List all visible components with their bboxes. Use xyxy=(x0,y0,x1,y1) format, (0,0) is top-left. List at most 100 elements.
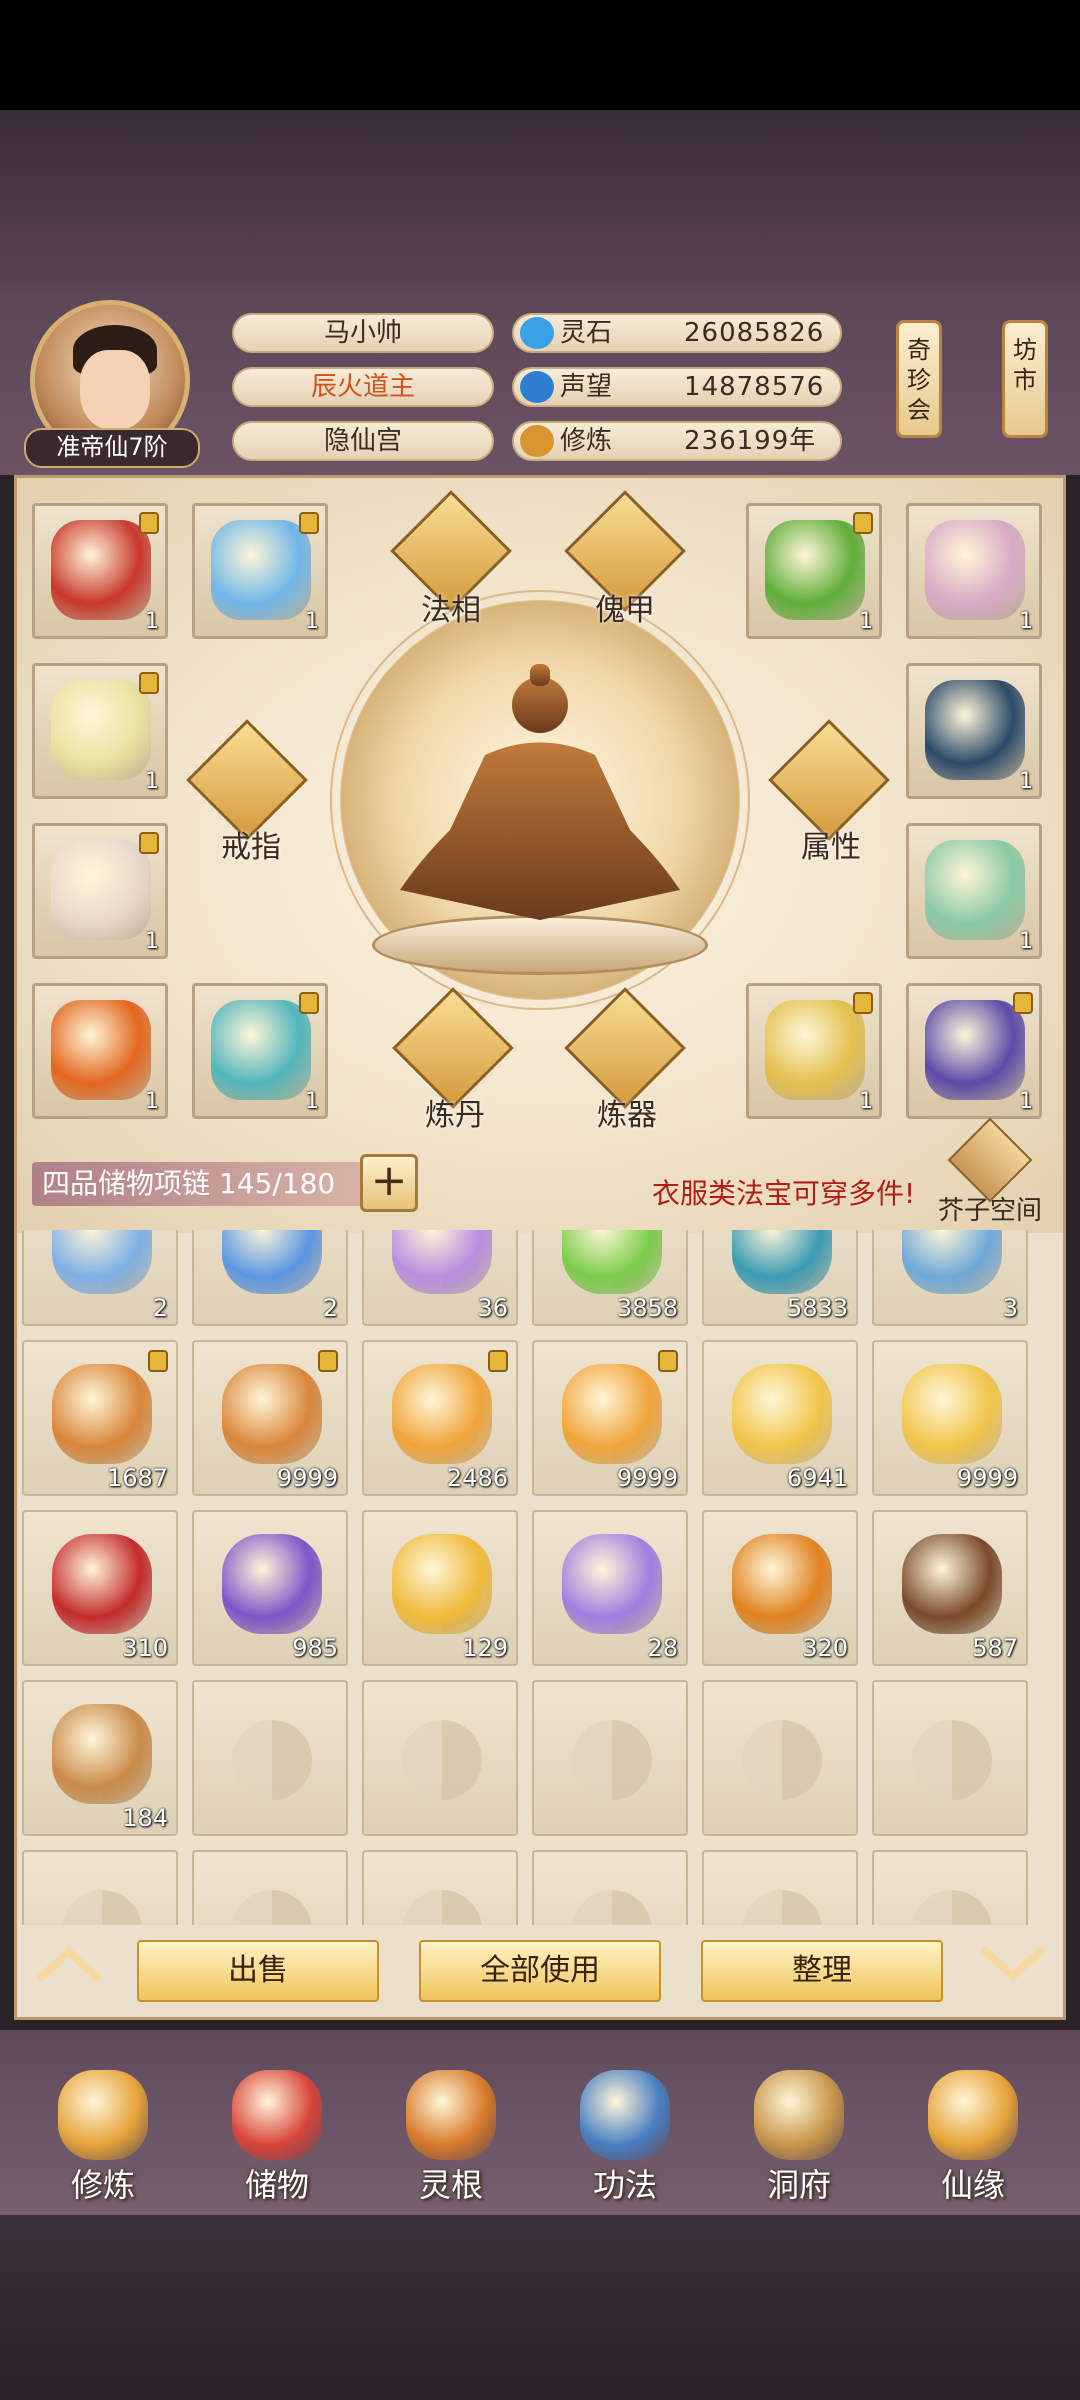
nav-label: 灵根 xyxy=(418,2166,483,2204)
item-count: 6941 xyxy=(786,1464,848,1492)
lock-icon xyxy=(139,672,159,694)
item-count: 9999 xyxy=(616,1464,678,1492)
item-slot[interactable]: 184 xyxy=(22,1680,178,1836)
item-count: 1 xyxy=(1019,609,1033,634)
prestige-resource: 声望 14878576 xyxy=(512,367,842,407)
item-slot[interactable]: 1687 xyxy=(22,1340,178,1496)
alchemy-label[interactable]: 炼丹 xyxy=(400,1090,510,1134)
item-count: 9999 xyxy=(276,1464,338,1492)
item-slot[interactable]: 9999 xyxy=(532,1340,688,1496)
item-grid[interactable]: 2 2 36 3858 5833 3 1687 9999 2486 9999 6941 9999 310… xyxy=(22,1230,1058,1925)
empty-item-slot[interactable] xyxy=(702,1680,858,1836)
equipment-slot[interactable]: 1 xyxy=(32,503,168,639)
use-all-button[interactable]: 全部使用 xyxy=(419,1940,661,2002)
item-slot[interactable]: 985 xyxy=(192,1510,348,1666)
equipment-slot[interactable]: 1 xyxy=(906,663,1042,799)
item-slot[interactable]: 36 xyxy=(362,1230,518,1326)
equipment-slot[interactable]: 1 xyxy=(746,983,882,1119)
item-slot[interactable]: 5833 xyxy=(702,1230,858,1326)
scroll-down-icon[interactable] xyxy=(978,1944,1048,1984)
lock-icon xyxy=(139,512,159,534)
item-slot[interactable]: 9999 xyxy=(872,1340,1028,1496)
forge-label[interactable]: 炼器 xyxy=(572,1090,682,1134)
nav-item[interactable]: 储物 xyxy=(212,2070,342,2210)
player-title[interactable]: 辰火道主 xyxy=(232,367,494,407)
equipment-slot[interactable]: 1 xyxy=(192,503,328,639)
equipment-slot[interactable]: 1 xyxy=(906,503,1042,639)
item-slot[interactable]: 320 xyxy=(702,1510,858,1666)
empty-item-slot[interactable] xyxy=(192,1680,348,1836)
fortune-gourd-icon xyxy=(928,2070,1018,2160)
empty-item-slot[interactable] xyxy=(872,1680,1028,1836)
sell-button[interactable]: 出售 xyxy=(137,1940,379,2002)
item-slot[interactable]: 9999 xyxy=(192,1340,348,1496)
empty-item-slot[interactable] xyxy=(362,1850,518,1925)
item-art-icon xyxy=(52,1534,152,1634)
yin-yang-icon xyxy=(572,1720,652,1800)
scroll-up-icon[interactable] xyxy=(34,1944,104,1984)
item-slot[interactable]: 310 xyxy=(22,1510,178,1666)
item-count: 3858 xyxy=(616,1294,678,1322)
empty-item-slot[interactable] xyxy=(362,1680,518,1836)
item-slot[interactable]: 2 xyxy=(22,1230,178,1326)
puppet-armor-label[interactable]: 傀甲 xyxy=(570,585,680,629)
lock-icon xyxy=(318,1350,338,1372)
item-count: 1 xyxy=(1019,929,1033,954)
empty-item-slot[interactable] xyxy=(192,1850,348,1925)
yin-yang-icon xyxy=(402,1890,482,1925)
empty-item-slot[interactable] xyxy=(872,1850,1028,1925)
equipment-slot[interactable]: 1 xyxy=(906,983,1042,1119)
resource-label: 灵石 xyxy=(560,318,613,348)
equipment-slot[interactable]: 1 xyxy=(192,983,328,1119)
nav-item[interactable]: 修炼 xyxy=(38,2070,168,2210)
item-slot[interactable]: 129 xyxy=(362,1510,518,1666)
equipment-slot[interactable]: 1 xyxy=(906,823,1042,959)
item-slot[interactable]: 3858 xyxy=(532,1230,688,1326)
nav-item[interactable]: 洞府 xyxy=(734,2070,864,2210)
equipment-slot[interactable]: 1 xyxy=(32,823,168,959)
item-art-icon xyxy=(52,1704,152,1804)
status-bar xyxy=(0,0,1080,110)
expand-storage-button[interactable]: + xyxy=(360,1154,418,1212)
item-count: 28 xyxy=(647,1634,678,1662)
item-slot[interactable]: 3 xyxy=(872,1230,1028,1326)
empty-item-slot[interactable] xyxy=(532,1680,688,1836)
nav-item[interactable]: 仙缘 xyxy=(908,2070,1038,2210)
equipment-art-icon xyxy=(211,520,311,620)
resource-label: 修炼 xyxy=(560,426,613,456)
yin-yang-icon xyxy=(572,1890,652,1925)
cultivation-resource: 修炼 236199年 xyxy=(512,421,842,461)
empty-item-slot[interactable] xyxy=(702,1850,858,1925)
mustard-space-label: 芥子空间 xyxy=(937,1196,1042,1226)
item-art-icon xyxy=(52,1364,152,1464)
market-button[interactable]: 坊市 xyxy=(1002,320,1048,438)
nav-label: 洞府 xyxy=(766,2166,831,2204)
item-slot[interactable]: 6941 xyxy=(702,1340,858,1496)
player-sect: 隐仙宫 xyxy=(232,421,494,461)
equipment-slot[interactable]: 1 xyxy=(32,663,168,799)
player-rank: 准帝仙7阶 xyxy=(24,428,200,468)
empty-item-slot[interactable] xyxy=(532,1850,688,1925)
nav-item[interactable]: 功法 xyxy=(560,2070,690,2210)
faxiang-label[interactable]: 法相 xyxy=(396,585,506,629)
lock-icon xyxy=(299,992,319,1014)
attributes-label[interactable]: 属性 xyxy=(776,822,886,866)
yin-yang-icon xyxy=(912,1720,992,1800)
item-slot[interactable]: 28 xyxy=(532,1510,688,1666)
equipment-slot[interactable]: 1 xyxy=(32,983,168,1119)
cultivation-icon xyxy=(520,425,554,457)
lock-icon xyxy=(148,1350,168,1372)
item-count: 985 xyxy=(292,1634,338,1662)
ring-label[interactable]: 戒指 xyxy=(196,822,306,866)
item-count: 320 xyxy=(802,1634,848,1662)
mustard-space-button[interactable]: 芥子空间 xyxy=(938,1117,1042,1226)
item-count: 9999 xyxy=(956,1464,1018,1492)
nav-item[interactable]: 灵根 xyxy=(386,2070,516,2210)
item-slot[interactable]: 2486 xyxy=(362,1340,518,1496)
equipment-slot[interactable]: 1 xyxy=(746,503,882,639)
item-slot[interactable]: 2 xyxy=(192,1230,348,1326)
treasure-auction-button[interactable]: 奇珍会 xyxy=(896,320,942,438)
empty-item-slot[interactable] xyxy=(22,1850,178,1925)
item-slot[interactable]: 587 xyxy=(872,1510,1028,1666)
sort-button[interactable]: 整理 xyxy=(701,1940,943,2002)
